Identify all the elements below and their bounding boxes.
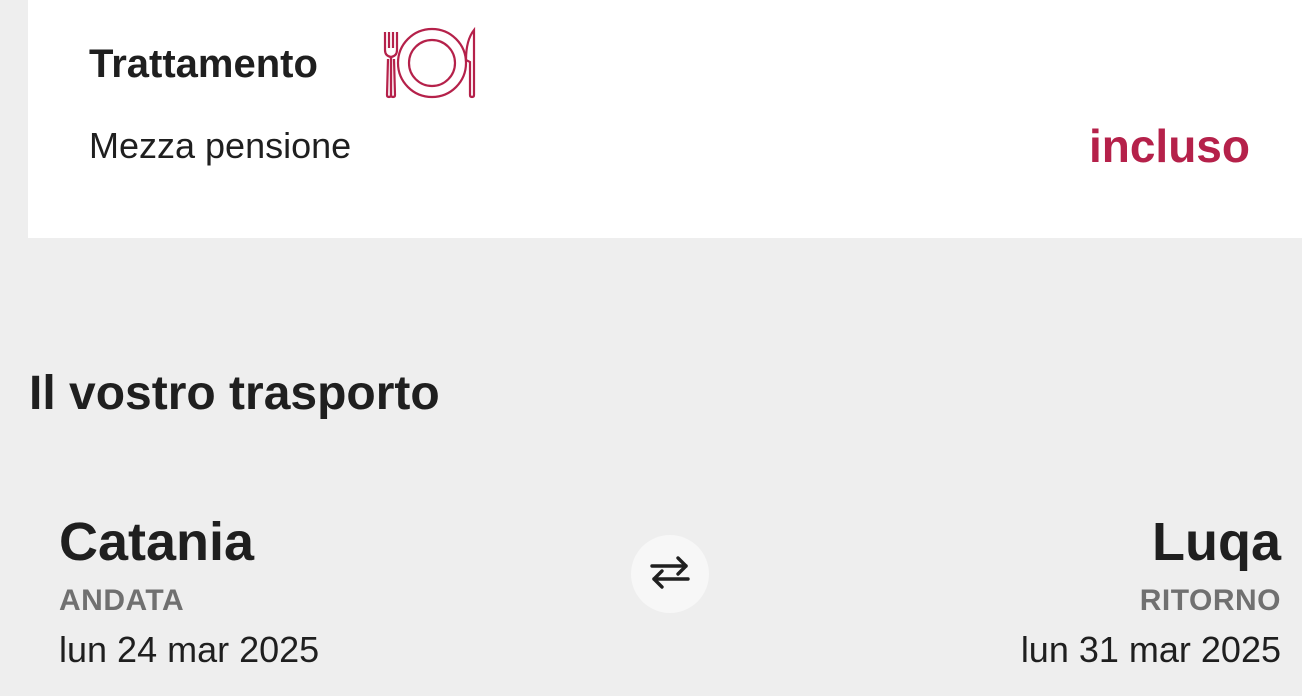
- outbound-label: ANDATA: [59, 584, 185, 617]
- return-city: Luqa: [1152, 512, 1281, 572]
- plate-cutlery-icon: [382, 26, 480, 100]
- swap-arrows-icon: [648, 552, 692, 597]
- board-type-text: Mezza pensione: [89, 125, 352, 166]
- included-status: incluso: [1088, 120, 1250, 172]
- outbound-city: Catania: [59, 512, 255, 572]
- outbound-date: lun 24 mar 2025: [59, 629, 320, 670]
- return-label: RITORNO: [1139, 584, 1281, 617]
- return-date: lun 31 mar 2025: [1020, 629, 1281, 670]
- meal-plan-card: Trattamento Mezza pensione incluso: [28, 0, 1302, 238]
- meal-plan-title: Trattamento: [89, 42, 318, 86]
- swap-direction-button[interactable]: [631, 535, 709, 613]
- transport-section-title: Il vostro trasporto: [29, 367, 440, 420]
